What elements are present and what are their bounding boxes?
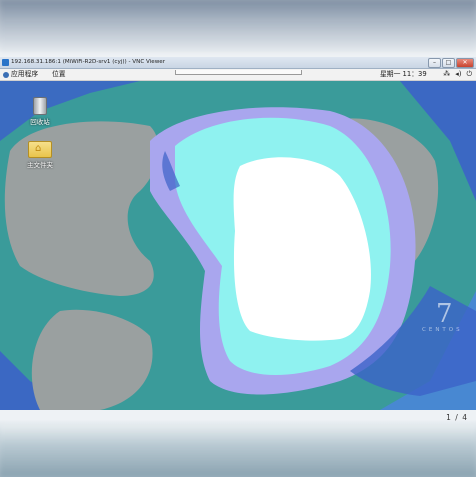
maximize-button[interactable]: □: [442, 58, 455, 68]
desktop-wallpaper: [0, 81, 476, 410]
centos-seven-logo: 7: [436, 299, 453, 329]
vnc-toolbar-handle[interactable]: [175, 70, 302, 75]
desktop-icon-label: 回收站: [30, 118, 50, 126]
gnome-top-panel: 应用程序 位置 星期一 11：39 ⁂ ◂) ⏻: [0, 69, 476, 81]
desktop-area[interactable]: 回收站 主文件夹 7 CENTOS: [0, 81, 476, 410]
applications-label: 应用程序: [11, 70, 39, 78]
blurred-top-area: [0, 0, 476, 52]
vnc-viewer-window: 192.168.31.186:1 (MiWiFi-R2D-srv1 (cyj))…: [0, 57, 476, 422]
photo-viewer-statusbar: 1 / 4: [0, 410, 476, 424]
network-icon[interactable]: ⁂: [443, 69, 450, 80]
power-icon[interactable]: ⏻: [466, 69, 472, 80]
desktop-icon-trash[interactable]: 回收站: [22, 97, 58, 126]
clock[interactable]: 星期一 11：39: [380, 69, 427, 80]
trash-icon: [33, 97, 47, 115]
window-titlebar[interactable]: 192.168.31.186:1 (MiWiFi-R2D-srv1 (cyj))…: [0, 57, 476, 69]
gnome-foot-icon: [3, 71, 9, 78]
desktop-icon-home-folder[interactable]: 主文件夹: [22, 141, 58, 169]
system-tray: ⁂ ◂) ⏻: [443, 69, 472, 80]
page-counter: 1 / 4: [446, 413, 468, 422]
vnc-app-icon: [2, 59, 9, 66]
minimize-button[interactable]: –: [428, 58, 441, 68]
desktop-icon-label: 主文件夹: [27, 161, 53, 169]
close-button[interactable]: ✕: [456, 58, 474, 68]
blurred-bottom-area: [0, 424, 476, 477]
volume-icon[interactable]: ◂): [455, 69, 461, 80]
window-title: 192.168.31.186:1 (MiWiFi-R2D-srv1 (cyj))…: [11, 59, 166, 65]
centos-wordmark: CENTOS: [422, 327, 463, 333]
home-folder-icon: [28, 141, 52, 158]
applications-menu[interactable]: 应用程序: [3, 69, 38, 80]
photo-background: 192.168.31.186:1 (MiWiFi-R2D-srv1 (cyj))…: [0, 0, 476, 477]
window-controls: – □ ✕: [428, 58, 474, 68]
places-menu[interactable]: 位置: [52, 69, 66, 80]
